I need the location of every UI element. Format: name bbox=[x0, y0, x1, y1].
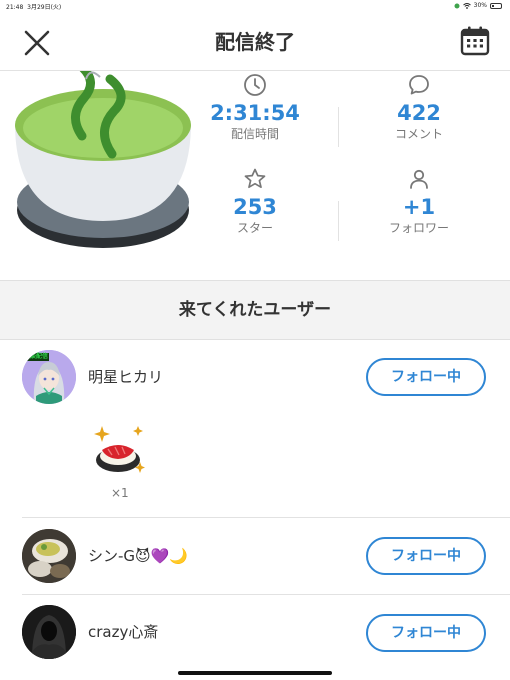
comments-label: コメント bbox=[394, 127, 443, 141]
status-time: 21:48 3月29日(火) bbox=[6, 4, 62, 11]
avatar-image bbox=[22, 529, 76, 583]
section-title: 来てくれたユーザー bbox=[178, 300, 332, 320]
stat-duration: 2:31:54 配信時間 bbox=[190, 73, 320, 141]
duration-label: 配信時間 bbox=[230, 127, 279, 141]
person-icon bbox=[410, 169, 428, 189]
followers-value: +1 bbox=[402, 195, 436, 219]
avatar[interactable]: 雑談配信 bbox=[22, 350, 76, 404]
avatar-badge: 雑談配信 bbox=[23, 353, 50, 361]
stat-comments: 422 コメント bbox=[354, 73, 484, 141]
comments-value: 422 bbox=[397, 101, 441, 125]
home-indicator[interactable] bbox=[178, 671, 332, 675]
duration-value: 2:31:54 bbox=[210, 101, 300, 125]
stat-followers: +1 フォロワー bbox=[354, 167, 484, 235]
stars-label: スター bbox=[236, 221, 273, 235]
stat-divider bbox=[338, 107, 339, 147]
follow-button[interactable]: フォロー中 bbox=[366, 358, 486, 396]
user-row: crazy心斎 フォロー中 bbox=[0, 595, 510, 670]
user-row: シン-G😈💜🌙 フォロー中 bbox=[0, 518, 510, 594]
calendar-icon bbox=[460, 26, 490, 56]
battery-icon bbox=[490, 2, 502, 9]
stars-value: 253 bbox=[233, 195, 277, 219]
clock-icon bbox=[244, 74, 266, 96]
location-icon bbox=[454, 3, 460, 8]
user-row: 雑談配信 明星ヒカリ フォロー中 bbox=[0, 340, 510, 518]
gift-count: ×1 bbox=[111, 486, 129, 500]
tea-bowl-icon bbox=[15, 71, 191, 248]
wifi-icon bbox=[462, 2, 471, 9]
star-icon bbox=[244, 168, 266, 189]
avatar-image bbox=[22, 605, 76, 659]
sushi-icon bbox=[94, 426, 145, 473]
follow-button[interactable]: フォロー中 bbox=[366, 614, 486, 652]
section-header: 来てくれたユーザー bbox=[0, 280, 510, 340]
stat-stars: 253 スター bbox=[190, 167, 320, 235]
avatar[interactable] bbox=[22, 605, 76, 659]
stream-summary: 2:31:54 配信時間 422 コメント 253 スター +1 フォロワー bbox=[0, 71, 510, 279]
avatar[interactable] bbox=[22, 529, 76, 583]
battery-percent: 30% bbox=[473, 2, 487, 9]
user-name[interactable]: 明星ヒカリ bbox=[88, 367, 163, 387]
comment-icon bbox=[409, 75, 429, 95]
calendar-button[interactable] bbox=[459, 25, 491, 57]
battery-level bbox=[492, 4, 495, 7]
followers-label: フォロワー bbox=[388, 221, 449, 235]
nav-bar: 配信終了 bbox=[0, 14, 510, 71]
follow-button[interactable]: フォロー中 bbox=[366, 537, 486, 575]
page-title: 配信終了 bbox=[215, 30, 295, 54]
status-right: 30% bbox=[454, 2, 502, 9]
status-bar: 21:48 3月29日(火) 30% bbox=[0, 0, 510, 14]
user-name[interactable]: crazy心斎 bbox=[88, 622, 158, 642]
stat-divider bbox=[338, 201, 339, 241]
user-name[interactable]: シン-G😈💜🌙 bbox=[88, 546, 188, 566]
